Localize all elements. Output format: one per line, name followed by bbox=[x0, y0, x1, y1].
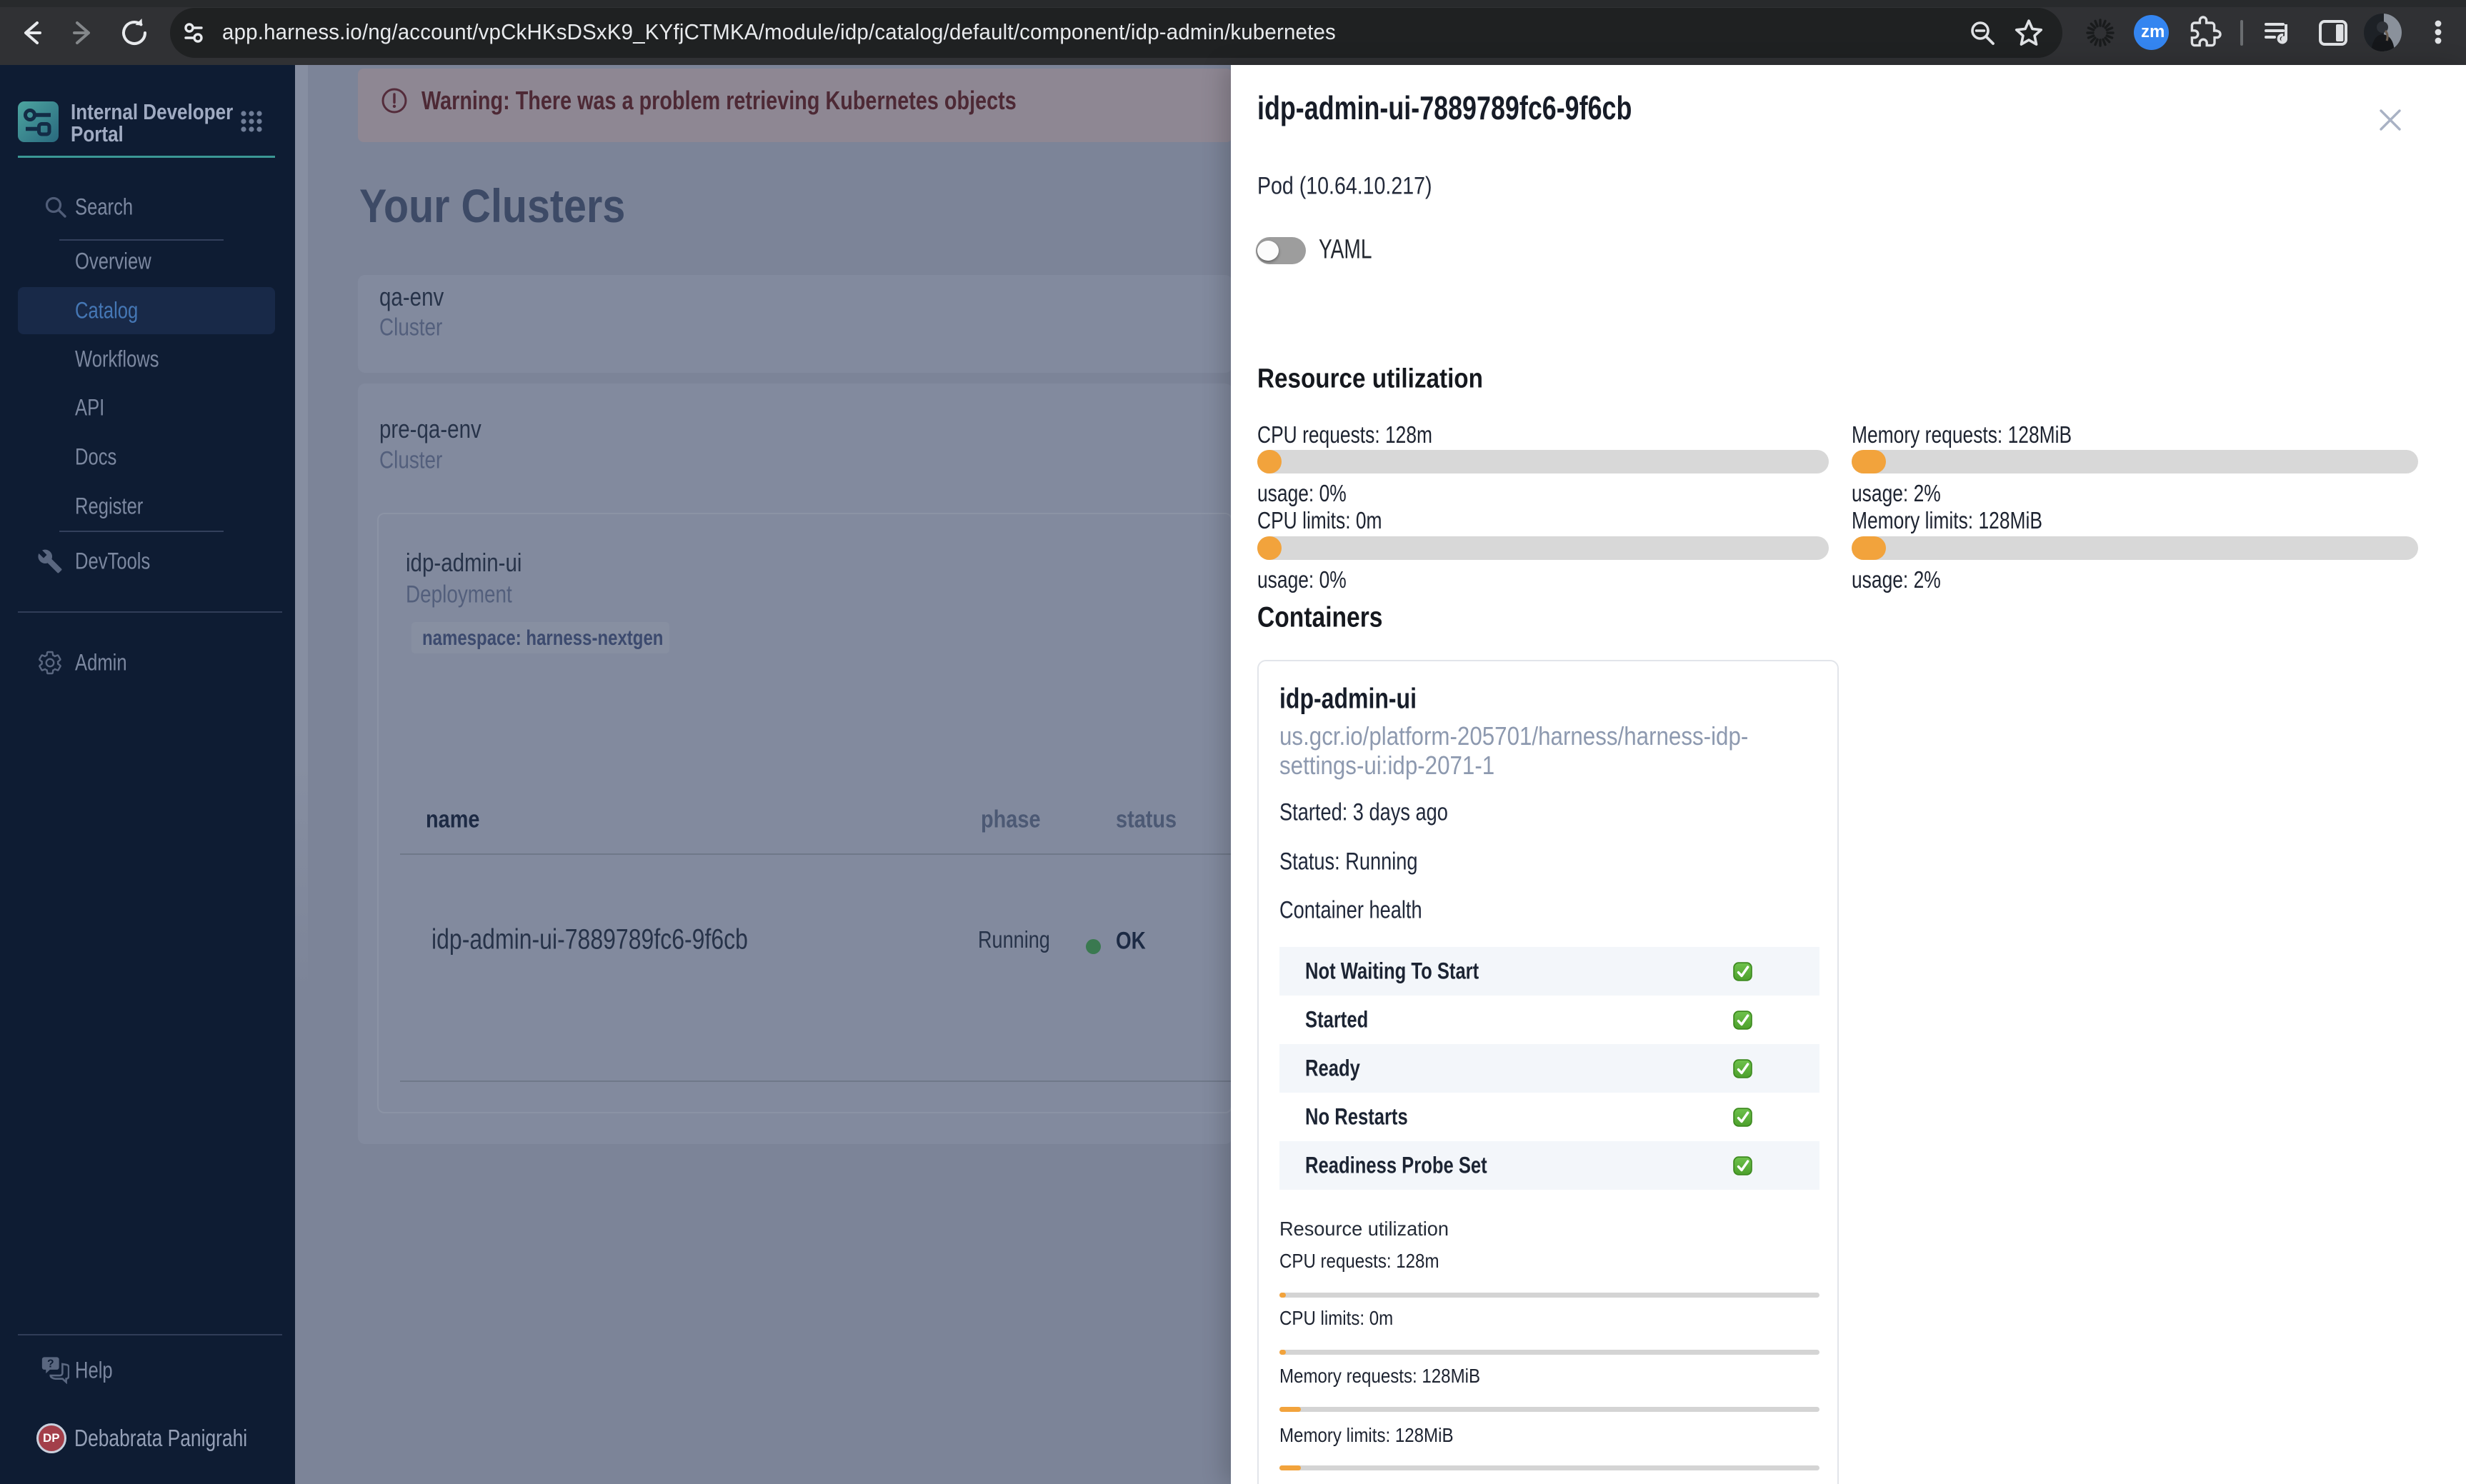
svg-text:?: ? bbox=[47, 1358, 54, 1370]
